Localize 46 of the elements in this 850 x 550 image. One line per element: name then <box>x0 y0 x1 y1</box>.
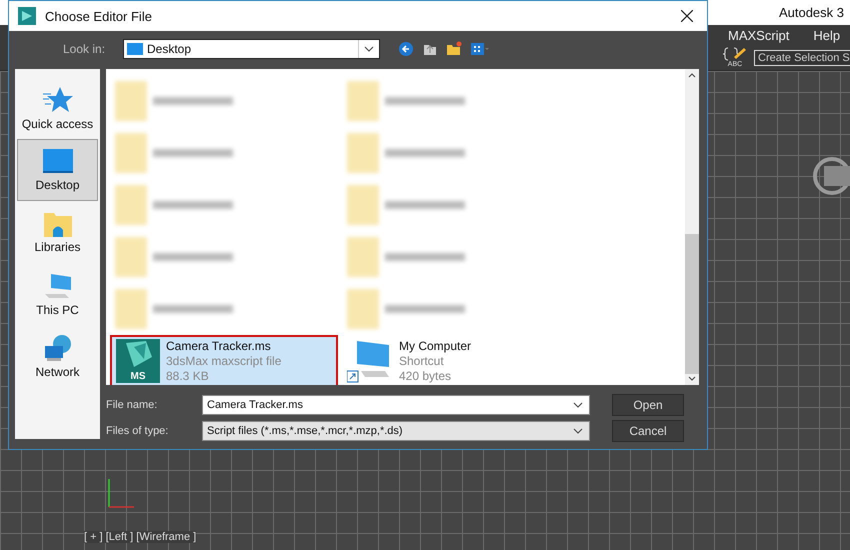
look-in-dropdown[interactable]: Desktop <box>123 39 380 59</box>
open-button[interactable]: Open <box>612 394 684 416</box>
desktop-icon <box>127 43 143 55</box>
place-item[interactable]: Network <box>17 325 98 387</box>
viewport-label[interactable]: [ + ] [Left ] [Wireframe ] <box>84 531 196 543</box>
braces-pencil-icon <box>722 46 748 60</box>
chevron-down-icon <box>573 428 583 434</box>
file-name-label: File name: <box>106 399 158 411</box>
cancel-button[interactable]: Cancel <box>612 420 684 442</box>
place-item[interactable]: Desktop <box>17 139 98 201</box>
place-item[interactable]: Libraries <box>17 201 98 263</box>
place-item[interactable]: Quick access <box>17 77 98 139</box>
file-entry[interactable]: MS Camera Tracker.ms 3dsMax maxscript file 88.3 KB <box>110 335 338 385</box>
menu-item[interactable]: Help <box>813 28 840 42</box>
file-size: 88.3 KB <box>166 368 210 384</box>
file-type: Shortcut <box>399 354 445 368</box>
place-item[interactable]: This PC <box>17 263 98 325</box>
viewcube-icon <box>812 156 850 196</box>
app-logo-icon <box>18 7 36 25</box>
file-name: My Computer <box>399 338 472 354</box>
network-icon <box>42 334 72 362</box>
file-type-dropdown[interactable]: Script files (*.ms,*.mse,*.mcr,*.mzp,*.ds) <box>202 421 590 441</box>
file-name-field[interactable]: Camera Tracker.ms <box>202 395 590 415</box>
selection-set-field[interactable]: Create Selection S <box>754 50 850 66</box>
chevron-down-icon[interactable] <box>688 376 696 381</box>
maxscript-file-icon: MS <box>116 339 160 383</box>
chevron-up-icon[interactable] <box>688 73 696 78</box>
star-icon <box>42 86 72 114</box>
file-type: 3dsMax maxscript file <box>166 354 282 368</box>
desktop-icon <box>42 148 72 174</box>
look-in-label: Look in: <box>63 42 106 56</box>
menu-item[interactable]: MAXScript <box>728 28 790 42</box>
scrollbar[interactable] <box>685 69 699 385</box>
file-type-label: Files of type: <box>106 425 170 437</box>
dialog-title: Choose Editor File <box>45 8 153 24</box>
file-entry[interactable]: My Computer Shortcut 420 bytes <box>342 335 570 385</box>
file-size: 420 bytes <box>399 368 452 384</box>
app-title: Autodesk 3 <box>778 5 844 20</box>
close-icon <box>681 10 693 22</box>
back-icon[interactable] <box>398 41 414 57</box>
computer-icon <box>42 272 72 300</box>
chevron-down-icon <box>573 402 583 408</box>
folder-icon <box>44 210 72 236</box>
file-name: Camera Tracker.ms <box>166 338 272 354</box>
new-folder-icon[interactable] <box>446 41 462 57</box>
view-menu-icon[interactable] <box>470 41 490 57</box>
